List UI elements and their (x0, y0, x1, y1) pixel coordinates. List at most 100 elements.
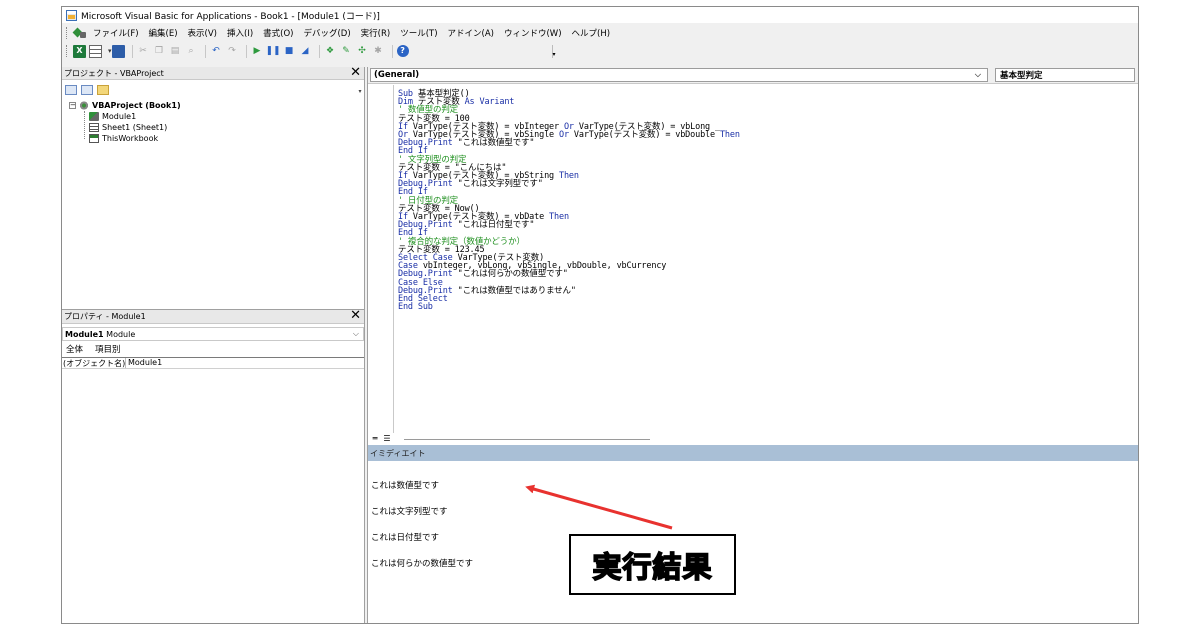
vba-editor-window: Microsoft Visual Basic for Applications … (61, 6, 1139, 624)
view-excel-icon[interactable]: X (73, 44, 86, 58)
tree-item-vbaproject[interactable]: − VBAProject (Book1) (69, 100, 364, 111)
project-explorer-title-text: プロジェクト - VBAProject (64, 68, 164, 78)
collapse-icon[interactable]: − (69, 102, 76, 109)
find-icon[interactable]: ⌕ (185, 45, 198, 58)
tree-item-thisworkbook[interactable]: ThisWorkbook (69, 133, 364, 144)
properties-window: プロパティ - Module1 ✕ Module1 Module ⌵ 全体 項目… (62, 309, 365, 623)
property-row[interactable]: (オブジェクト名) Module1 (62, 358, 364, 369)
close-icon[interactable]: ✕ (350, 309, 361, 323)
vba-project-icon (79, 101, 89, 110)
full-module-view-icon[interactable]: ☰ (382, 435, 392, 444)
output-line: これは文字列型です (371, 506, 448, 517)
code-token: "これは何らかの数値型です" (457, 269, 568, 280)
code-line: End Sub (398, 303, 740, 312)
window-title: Microsoft Visual Basic for Applications … (81, 11, 380, 22)
code-token: "これは数値型ではありません" (457, 285, 576, 296)
design-mode-icon[interactable]: ◢ (299, 45, 312, 58)
code-line: End Select (398, 295, 740, 304)
project-explorer-title: プロジェクト - VBAProject ✕ (62, 66, 364, 80)
property-value[interactable]: Module1 (126, 358, 162, 368)
project-explorer-icon[interactable]: ❖ (324, 45, 337, 58)
code-text[interactable]: Sub 基本型判定() Dim テスト変数 As Variant ' 数値型の判定テ… (398, 90, 740, 312)
project-explorer: プロジェクト - VBAProject ✕ ▾ − VBAProject (Bo… (62, 66, 365, 309)
procedure-view-icon[interactable]: ═ (370, 435, 380, 444)
object-browser-icon[interactable]: ✣ (356, 45, 369, 58)
tree-item-module1[interactable]: Module1 (69, 111, 364, 122)
menu-window[interactable]: ウィンドウ(W) (504, 27, 562, 39)
menu-format[interactable]: 書式(O) (263, 27, 293, 39)
toolbar-overflow-icon[interactable]: ▾ (551, 44, 557, 58)
close-icon[interactable]: ✕ (350, 66, 361, 80)
menu-view[interactable]: 表示(V) (188, 27, 217, 39)
procedure-combo-value: 基本型判定 (1000, 71, 1043, 81)
menu-bar: ファイル(F) 編集(E) 表示(V) 挿入(I) 書式(O) デバッグ(D) … (62, 24, 1138, 41)
view-object-icon[interactable] (81, 85, 93, 95)
stop-icon[interactable]: ■ (283, 45, 296, 58)
code-line: Debug.Print "これは何らかの数値型です" (398, 269, 740, 280)
save-icon[interactable] (111, 44, 125, 58)
undo-icon[interactable]: ↶ (210, 45, 223, 58)
scroll-down-icon[interactable]: ▾ (356, 81, 364, 95)
menu-help[interactable]: ヘルプ(H) (572, 27, 611, 39)
run-icon[interactable]: ▶ (251, 45, 264, 58)
toolbar-separator (318, 44, 320, 58)
properties-window-icon[interactable]: ✎ (340, 45, 353, 58)
object-type-text: Module (106, 329, 136, 339)
menu-debug[interactable]: デバッグ(D) (303, 27, 350, 39)
code-token: "これは文字列型です" (457, 179, 543, 190)
tab-categorized[interactable]: 項目別 (95, 343, 121, 355)
object-combo[interactable]: (General) ⌵ (370, 68, 988, 82)
procedure-combo[interactable]: 基本型判定 (995, 68, 1135, 82)
cut-icon[interactable]: ✂ (137, 45, 150, 58)
code-token: Then (549, 212, 569, 223)
object-combo-value: (General) (374, 70, 420, 80)
margin-indicator-bar[interactable] (368, 85, 394, 435)
properties-title-text: プロパティ - Module1 (64, 312, 146, 321)
view-code-icon[interactable] (65, 85, 77, 95)
object-select[interactable]: Module1 Module ⌵ (62, 327, 364, 341)
tree-item-sheet1[interactable]: Sheet1 (Sheet1) (69, 122, 364, 133)
chevron-down-icon[interactable]: ⌵ (353, 329, 359, 339)
result-callout: 実行結果 (569, 534, 736, 595)
toolbar-separator (204, 44, 206, 58)
code-line: Debug.Print "これは文字列型です" (398, 179, 740, 190)
copy-icon[interactable]: ❐ (153, 45, 166, 58)
horizontal-scrollbar[interactable] (404, 439, 650, 440)
tree-connector (84, 111, 85, 139)
menu-file[interactable]: ファイル(F) (93, 27, 139, 39)
code-token: Or (558, 130, 574, 141)
menu-run[interactable]: 実行(R) (361, 27, 391, 39)
vba-menu-icon[interactable] (73, 27, 87, 39)
pause-icon[interactable]: ❚❚ (265, 45, 280, 58)
toolbar-separator (131, 44, 133, 58)
properties-tabs: 全体 項目別 (62, 341, 364, 357)
output-line: これは数値型です (371, 481, 440, 492)
chevron-down-icon[interactable]: ⌵ (975, 70, 981, 80)
code-token: "これは数値型です" (457, 138, 535, 149)
help-icon[interactable]: ? (396, 45, 409, 57)
standard-toolbar: X ▾ ✂ ❐ ▤ ⌕ ↶ ↷ ▶ ❚❚ ■ ◢ ❖ ✎ ✣ ✱ ? ▾ (62, 42, 1138, 60)
insert-dropdown-icon[interactable]: ▾ (108, 47, 112, 55)
menu-tools[interactable]: ツール(T) (400, 27, 437, 39)
menu-grip (66, 26, 69, 39)
immediate-window: イミディエイト これは数値型です これは文字列型です これは日付型です これは何… (367, 445, 1138, 623)
code-header: (General) ⌵ 基本型判定 (368, 67, 1138, 84)
properties-grid: (オブジェクト名) Module1 (62, 357, 364, 613)
menu-addins[interactable]: アドイン(A) (448, 27, 494, 39)
code-token: VarType(テスト変数) = vbDouble (573, 130, 720, 141)
menu-insert[interactable]: 挿入(I) (227, 27, 253, 39)
menu-edit[interactable]: 編集(E) (149, 27, 178, 39)
toolbox-icon[interactable]: ✱ (372, 45, 385, 58)
immediate-output[interactable]: これは数値型です これは文字列型です これは日付型です これは何らかの数値型です (371, 465, 473, 585)
code-line: Debug.Print "これは数値型ではありません" (398, 285, 740, 296)
tab-alphabetic[interactable]: 全体 (66, 343, 83, 355)
tree-item-label: ThisWorkbook (102, 134, 159, 143)
object-name: Module1 (65, 329, 104, 339)
properties-title: プロパティ - Module1 ✕ (62, 309, 364, 324)
paste-icon[interactable]: ▤ (169, 45, 182, 58)
toggle-folders-icon[interactable] (97, 85, 109, 95)
code-editor[interactable]: Sub 基本型判定() Dim テスト変数 As Variant ' 数値型の判定テ… (368, 85, 1138, 435)
redo-icon[interactable]: ↷ (226, 45, 239, 58)
insert-userform-icon[interactable] (89, 44, 102, 58)
code-token: As Variant (464, 97, 515, 108)
